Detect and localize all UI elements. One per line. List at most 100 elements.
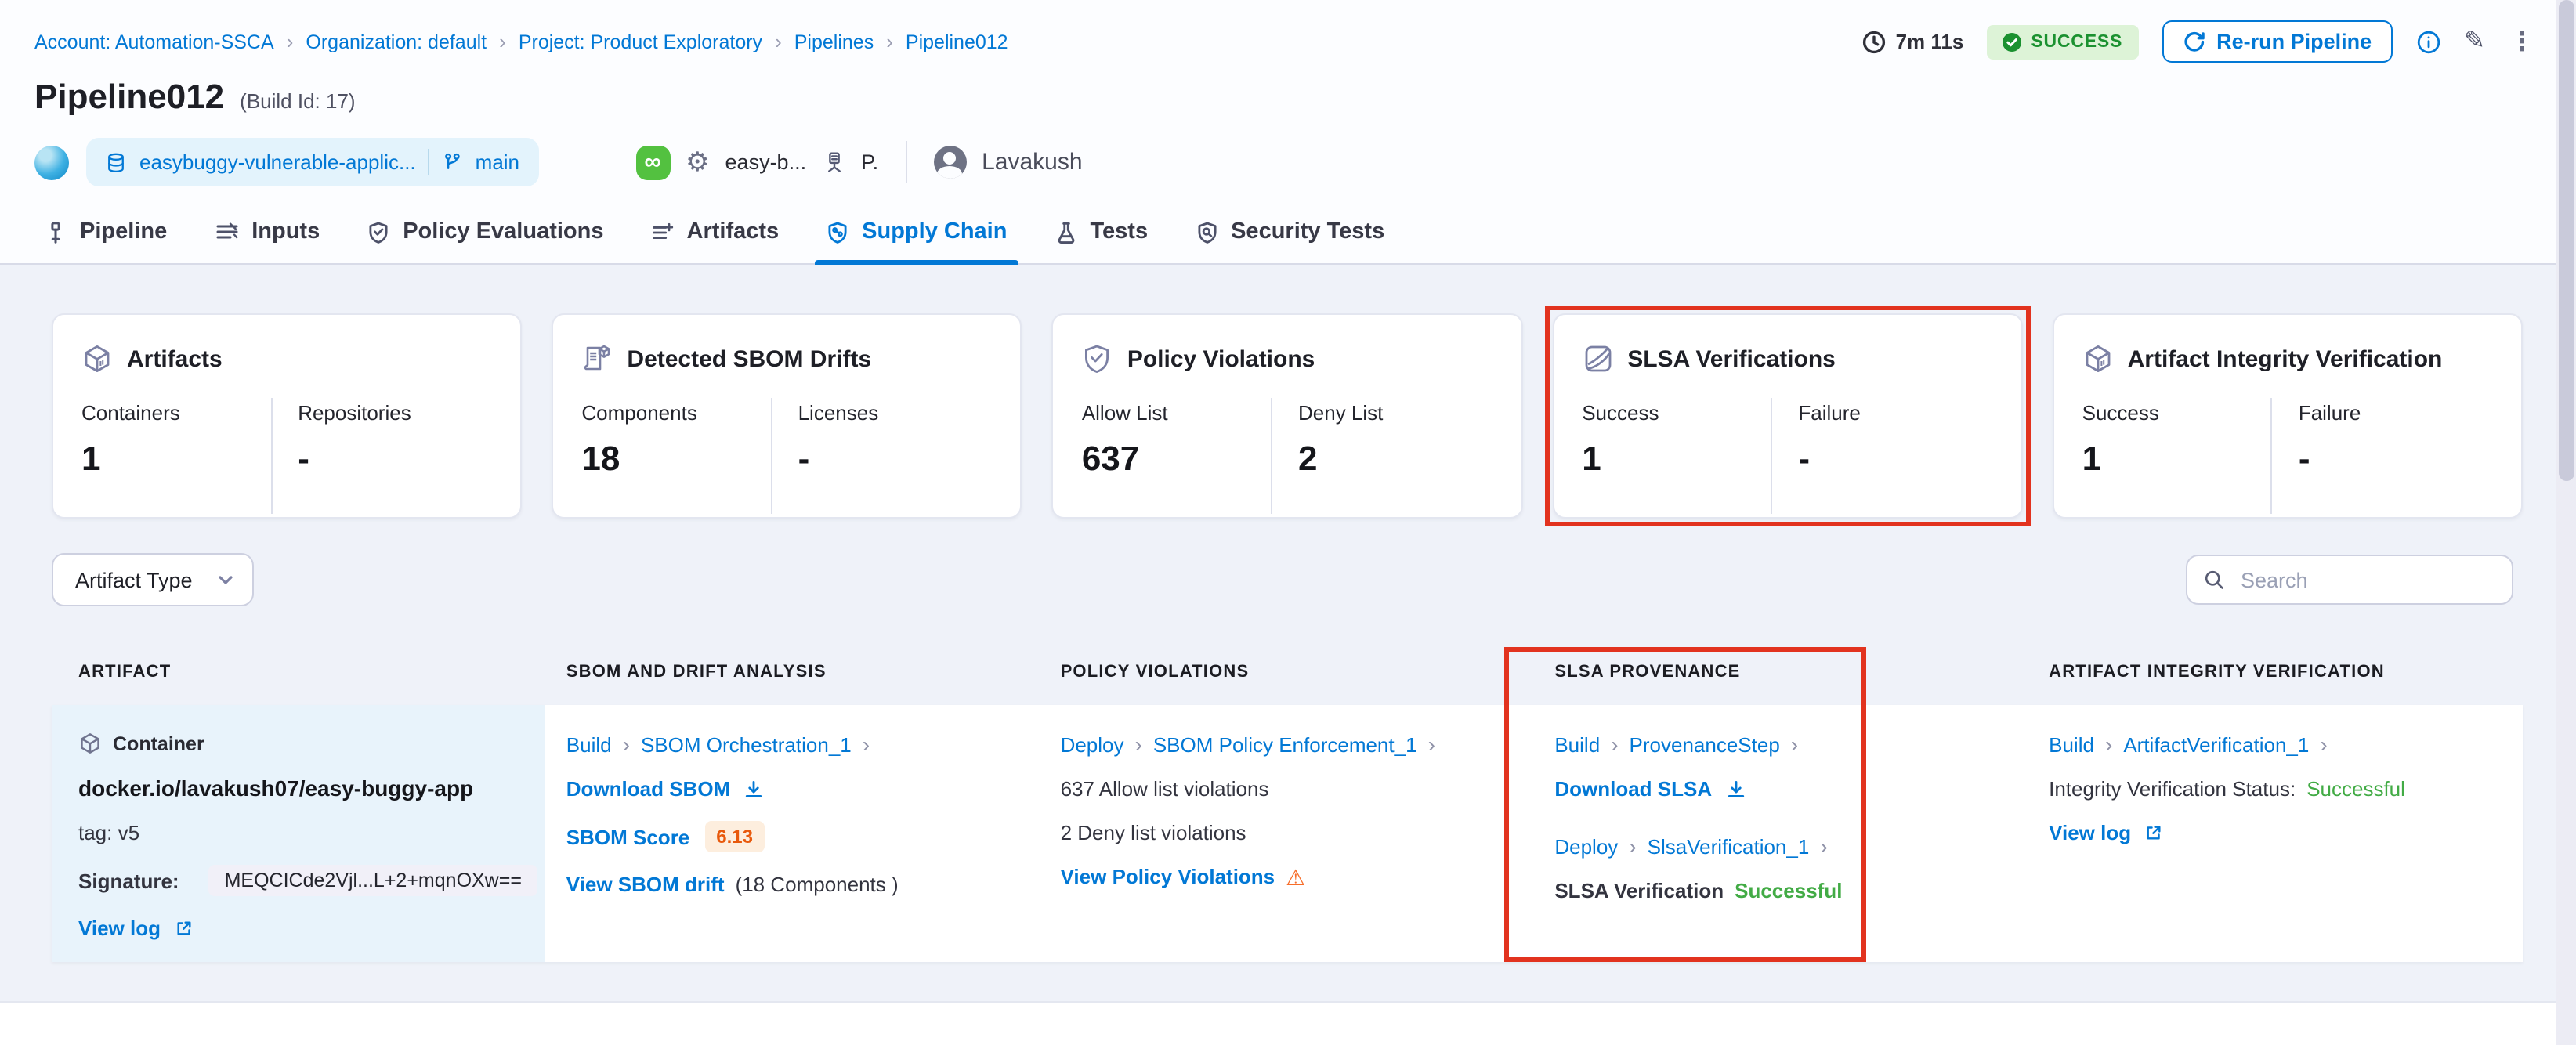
flask-icon — [1054, 220, 1077, 244]
shield-check-icon — [1082, 343, 1113, 374]
chevron-right-icon: › — [622, 732, 630, 757]
trigger-icon — [822, 150, 845, 174]
execution-tabs: Pipeline Inputs Policy Evaluations Artif… — [0, 205, 2576, 265]
card-artifacts: Artifacts Containers 1 Repositories - — [52, 313, 523, 519]
triggered-by: Lavakush — [933, 146, 1083, 179]
chevron-right-icon: › — [1427, 732, 1435, 757]
integrity-status-label: Integrity Verification Status: — [2049, 777, 2296, 801]
col-policy: POLICY VIOLATIONS — [1060, 663, 1250, 682]
title-row: Pipeline012 (Build Id: 17) — [0, 63, 2576, 118]
chevron-right-icon: › — [499, 30, 506, 53]
card-policy-violations: Policy Violations Allow List 637 Deny Li… — [1051, 313, 1523, 519]
slsa-status-value: Successful — [1735, 879, 1843, 902]
view-sbom-drift-link[interactable]: View SBOM drift — [566, 873, 725, 896]
search-input[interactable] — [2238, 566, 2496, 593]
duration-value: 7m 11s — [1895, 30, 1964, 53]
repository-icon — [105, 151, 127, 173]
check-circle-icon — [2003, 32, 2022, 51]
info-icon[interactable] — [2415, 29, 2440, 54]
chevron-right-icon: › — [2104, 732, 2113, 757]
integrity-status-value: Successful — [2306, 777, 2405, 801]
chevron-right-icon: › — [886, 30, 893, 53]
top-row: Account: Automation-SSCA › Organization:… — [0, 0, 2576, 63]
tab-policy-evaluations[interactable]: Policy Evaluations — [345, 205, 625, 263]
chevron-right-icon: › — [286, 30, 294, 53]
status-badge-label: SUCCESS — [2031, 32, 2123, 51]
tab-supply-chain[interactable]: Supply Chain — [804, 205, 1029, 265]
artifact-table: ARTIFACT SBOM AND DRIFT ANALYSIS POLICY … — [52, 647, 2523, 962]
signature-value: MEQCICde2Vjl...L+2+mqnOXw== — [208, 865, 537, 896]
artifact-type-dropdown[interactable]: Artifact Type — [52, 553, 254, 606]
stat-components: Components 18 — [581, 401, 697, 478]
stat-divider — [1271, 398, 1273, 514]
slsa-deploy-stage-link[interactable]: Deploy — [1554, 834, 1618, 858]
cube-icon — [81, 343, 113, 374]
sbom-step-link[interactable]: SBOM Orchestration_1 — [641, 732, 852, 756]
tab-label: Security Tests — [1231, 219, 1385, 244]
cell-sbom: Build › SBOM Orchestration_1 › Download … — [546, 705, 1040, 962]
chevron-right-icon: › — [2320, 732, 2328, 757]
chevron-right-icon: › — [1820, 833, 1828, 859]
tab-artifacts[interactable]: Artifacts — [629, 205, 801, 263]
pill-divider — [428, 149, 430, 175]
tab-security-tests[interactable]: Security Tests — [1173, 205, 1406, 263]
artifact-type-label: Artifact Type — [75, 568, 193, 591]
tab-pipeline[interactable]: Pipeline — [22, 205, 189, 263]
col-slsa: SLSA PROVENANCE — [1554, 663, 1741, 682]
duration: 7m 11s — [1861, 29, 1964, 54]
status-badge: SUCCESS — [1987, 24, 2139, 59]
table-header: ARTIFACT SBOM AND DRIFT ANALYSIS POLICY … — [52, 663, 2523, 682]
chevron-right-icon: › — [1611, 732, 1619, 757]
branch-name: main — [475, 150, 520, 174]
slsa-build-stage-link[interactable]: Build — [1554, 732, 1600, 756]
breadcrumb-organization[interactable]: Organization: default — [306, 31, 487, 52]
breadcrumb-account[interactable]: Account: Automation-SSCA — [34, 31, 274, 52]
col-sbom: SBOM AND DRIFT ANALYSIS — [566, 663, 827, 682]
more-options-icon[interactable]: ⋮ — [2509, 28, 2535, 55]
sbom-score-link[interactable]: SBOM Score — [566, 825, 690, 848]
meta-divider — [905, 141, 907, 183]
sbom-document-icon — [581, 343, 613, 374]
repo-pill[interactable]: easybuggy-vulnerable-applic... main — [86, 138, 539, 186]
external-link-icon — [173, 918, 194, 938]
tab-label: Supply Chain — [862, 219, 1008, 244]
ci-execution-icon — [34, 145, 69, 179]
integrity-stage-link[interactable]: Build — [2049, 732, 2094, 756]
breadcrumb-project[interactable]: Project: Product Exploratory — [519, 31, 762, 52]
scrollbar-thumb[interactable] — [2558, 0, 2574, 481]
gear-icon[interactable]: ⚙ — [686, 149, 710, 175]
vertical-scrollbar[interactable] — [2556, 0, 2576, 1045]
git-branch-icon — [443, 152, 463, 172]
cell-slsa: Build › ProvenanceStep › Download SLSA D… — [1534, 705, 2028, 962]
tab-label: Inputs — [251, 219, 320, 244]
download-sbom-link[interactable]: Download SBOM — [566, 777, 1015, 801]
view-log-link[interactable]: View log — [78, 917, 521, 940]
chevron-down-icon — [216, 570, 235, 589]
bottom-bar — [0, 1001, 2576, 1045]
user-avatar-icon — [933, 146, 967, 179]
rerun-pipeline-button[interactable]: Re-run Pipeline — [2162, 20, 2393, 63]
stat-containers: Containers 1 — [81, 401, 180, 478]
sbom-stage-link[interactable]: Build — [566, 732, 612, 756]
card-title: Artifacts — [127, 345, 223, 372]
warning-icon: ⚠ — [1286, 864, 1306, 889]
download-slsa-link[interactable]: Download SLSA — [1554, 777, 2003, 801]
stat-integrity-success: Success 1 — [2082, 401, 2159, 478]
integrity-step-link[interactable]: ArtifactVerification_1 — [2123, 732, 2309, 756]
stat-deny-list: Deny List 2 — [1298, 401, 1384, 478]
view-policy-violations-link[interactable]: View Policy Violations — [1061, 865, 1275, 888]
sbom-score-badge: 6.13 — [705, 821, 764, 852]
breadcrumb-pipelines[interactable]: Pipelines — [794, 31, 874, 52]
policy-stage-link[interactable]: Deploy — [1061, 732, 1124, 756]
stat-licenses: Licenses - — [798, 401, 879, 478]
tab-tests[interactable]: Tests — [1032, 205, 1170, 263]
slsa-provenance-step-link[interactable]: ProvenanceStep — [1630, 732, 1780, 756]
policy-step-link[interactable]: SBOM Policy Enforcement_1 — [1153, 732, 1417, 756]
view-log-link[interactable]: View log — [2049, 821, 2498, 844]
stat-slsa-failure: Failure - — [1798, 401, 1861, 478]
table-row: Container docker.io/lavakush07/easy-bugg… — [52, 705, 2523, 962]
tab-inputs[interactable]: Inputs — [192, 205, 342, 263]
edit-pencil-icon[interactable]: ✎ — [2464, 28, 2485, 54]
breadcrumb-pipeline012[interactable]: Pipeline012 — [906, 31, 1008, 52]
slsa-verification-step-link[interactable]: SlsaVerification_1 — [1648, 834, 1810, 858]
